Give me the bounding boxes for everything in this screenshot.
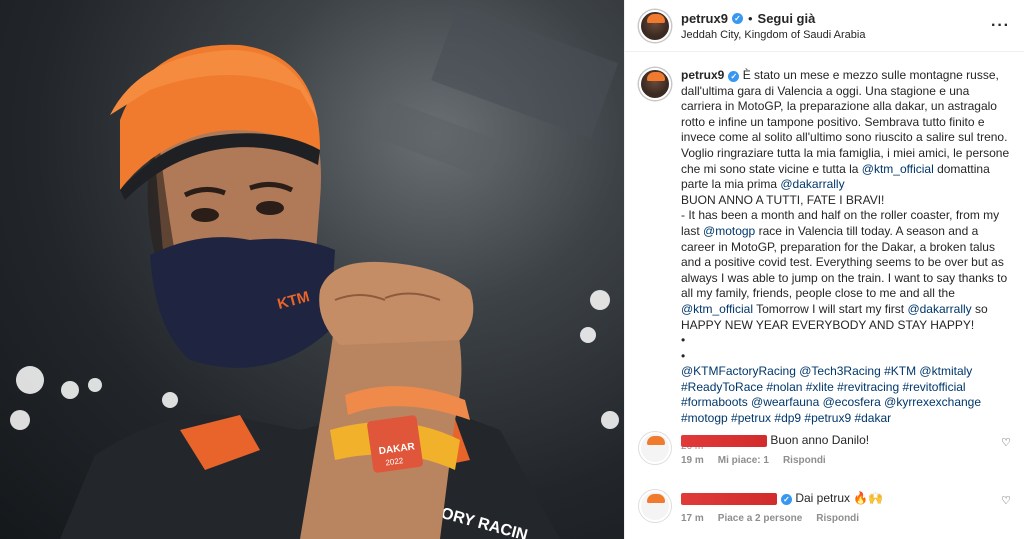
separator-dot: • xyxy=(747,10,753,26)
comment-text: Buon anno Danilo! xyxy=(770,433,870,447)
verified-badge-icon: ✓ xyxy=(781,494,792,505)
mention-link[interactable]: @ktm_official xyxy=(862,162,934,176)
rider-photo-illustration: CTORY RACIN KTM DAKAR 2022 xyxy=(10,5,619,539)
comment-text: Dai petrux 🔥🙌 xyxy=(795,491,884,505)
comment-item: ✓ Dai petrux 🔥🙌 17 m Piace a 2 persone Ris… xyxy=(625,490,1024,524)
mention-link[interactable]: @dakarrally xyxy=(907,302,971,316)
heart-icon[interactable]: ♡ xyxy=(1001,494,1011,507)
comment-likes[interactable]: Piace a 2 persone xyxy=(718,513,803,524)
post-photo[interactable]: CTORY RACIN KTM DAKAR 2022 xyxy=(0,0,624,539)
heart-icon[interactable]: ♡ xyxy=(1001,436,1011,449)
comment-likes[interactable]: Mi piace: 1 xyxy=(718,455,769,466)
following-button[interactable]: Segui già xyxy=(758,11,816,26)
verified-badge-icon: ✓ xyxy=(731,12,743,24)
mention-link[interactable]: @ktm_official xyxy=(681,302,753,316)
comment-time[interactable]: 17 m xyxy=(681,513,704,524)
caption-avatar[interactable] xyxy=(639,68,671,100)
post-panel: petrux9 ✓ • Segui già Jeddah City, Kingd… xyxy=(624,0,1024,539)
caption-segment: Tomorrow I will start my first xyxy=(752,301,908,316)
comment-time[interactable]: 19 m xyxy=(681,455,704,466)
redacted-username xyxy=(681,492,777,505)
caption: petrux9 ✓ È stato un mese e mezzo sulle m… xyxy=(625,52,1024,454)
caption-username[interactable]: petrux9 xyxy=(681,68,724,82)
comment-avatar[interactable] xyxy=(639,432,671,464)
reply-button[interactable]: Rispondi xyxy=(816,513,859,524)
username[interactable]: petrux9 xyxy=(681,11,728,26)
hashtags[interactable]: @KTMFactoryRacing @Tech3Racing #KTM @ktm… xyxy=(681,364,984,425)
mention-link[interactable]: @dakarrally xyxy=(780,177,844,191)
verified-badge-icon: ✓ xyxy=(728,71,740,82)
redacted-username xyxy=(681,434,767,447)
avatar[interactable] xyxy=(639,9,671,42)
post-header: petrux9 ✓ • Segui già Jeddah City, Kingd… xyxy=(625,0,1024,52)
comment-avatar[interactable] xyxy=(639,490,671,522)
location-link[interactable]: Jeddah City, Kingdom of Saudi Arabia xyxy=(681,29,991,41)
caption-text: petrux9 ✓ È stato un mese e mezzo sulle m… xyxy=(681,68,1010,427)
more-horizontal-icon[interactable]: ··· xyxy=(991,17,1010,35)
caption-segment: È stato un mese e mezzo sulle montagne r… xyxy=(681,68,1013,176)
comment-item: Buon anno Danilo! 19 m Mi piace: 1 Rispond… xyxy=(625,432,1024,466)
mention-link[interactable]: @motogp xyxy=(703,224,755,238)
reply-button[interactable]: Rispondi xyxy=(783,455,826,466)
